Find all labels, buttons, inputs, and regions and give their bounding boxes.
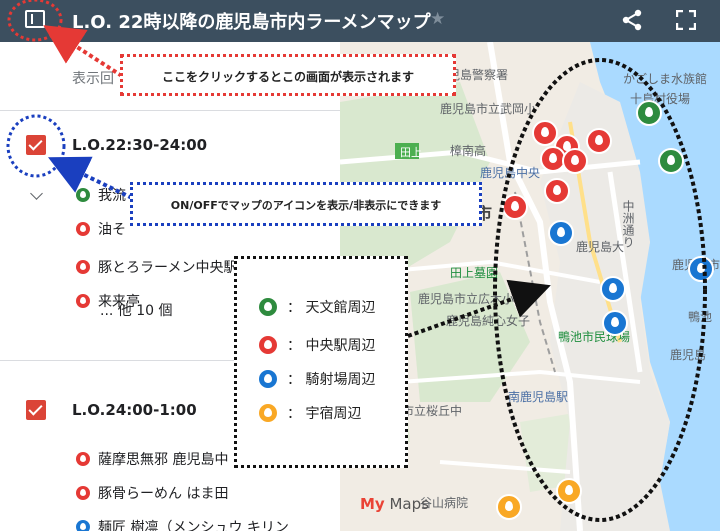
area-legend: ： 天文館周辺 ： 中央駅周辺 ： 騎射場周辺 ： 宇宿周辺 [234,256,408,468]
legend-item: ： 天文館周辺 [259,297,375,317]
legend-item: ： 騎射場周辺 [259,369,375,389]
ramen-icon [259,370,277,388]
ramen-icon [259,336,277,354]
legend-label: ： 騎射場周辺 [287,372,376,388]
legend-item: ： 中央駅周辺 [259,335,375,355]
legend-label: ： 天文館周辺 [287,300,376,316]
legend-label: ： 宇宿周辺 [287,406,362,422]
ramen-icon [259,404,277,422]
legend-label: ： 中央駅周辺 [287,338,376,354]
legend-item: ： 宇宿周辺 [259,403,361,423]
instruction-text: ON/OFFでマップのアイコンを表示/非表示にできます [170,199,442,212]
instruction-callout-blue: ON/OFFでマップのアイコンを表示/非表示にできます [130,182,482,226]
ramen-icon [259,298,277,316]
instruction-text: ここをクリックするとこの画面が表示されます [161,70,414,84]
instruction-callout-red: ここをクリックするとこの画面が表示されます [120,54,456,96]
